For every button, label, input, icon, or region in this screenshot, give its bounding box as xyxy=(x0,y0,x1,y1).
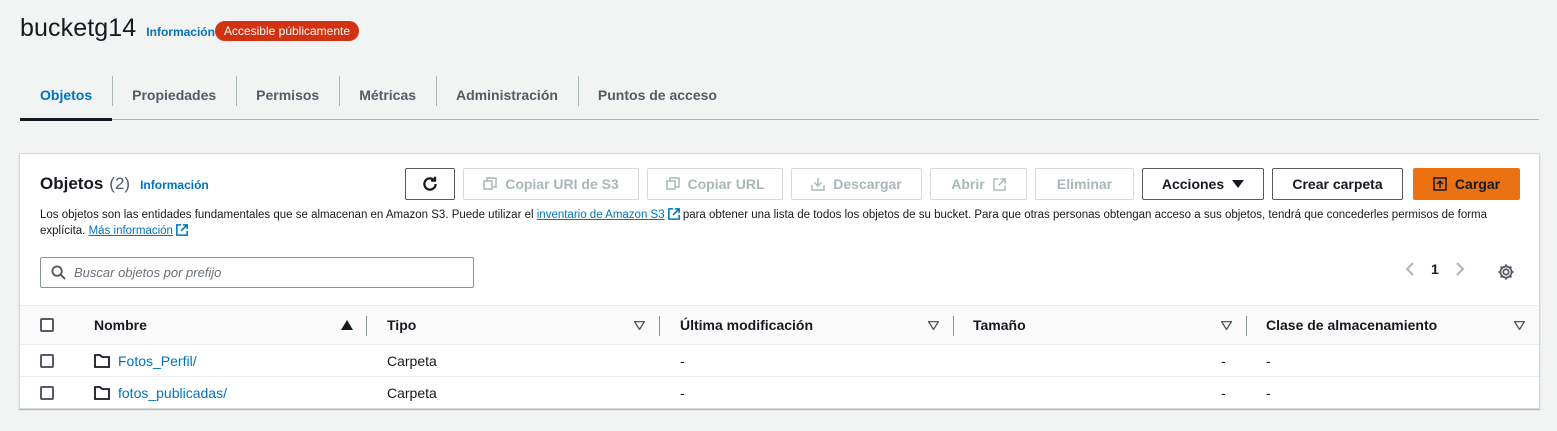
upload-button[interactable]: Cargar xyxy=(1413,168,1520,200)
page-title: bucketg14 xyxy=(20,14,137,42)
actions-label: Acciones xyxy=(1161,176,1225,192)
chevron-left-icon[interactable] xyxy=(1405,261,1415,277)
external-link-icon xyxy=(176,224,188,236)
open-button[interactable]: Abrir xyxy=(930,168,1027,200)
copy-url-label: Copiar URL xyxy=(687,176,765,192)
panel-header: Objetos (2) Información xyxy=(40,174,209,194)
chevron-right-icon[interactable] xyxy=(1455,261,1465,277)
panel-description: Los objetos son las entidades fundamenta… xyxy=(40,207,1520,239)
column-header-type[interactable]: Tipo xyxy=(387,306,416,344)
sort-icon[interactable] xyxy=(634,321,645,330)
name-cell: fotos_publicadas/ xyxy=(94,377,227,409)
column-header-last-modified[interactable]: Última modificación xyxy=(680,306,813,344)
description-text: Los objetos son las entidades fundamenta… xyxy=(40,209,534,221)
folder-link[interactable]: Fotos_Perfil/ xyxy=(118,353,197,369)
size-cell: - xyxy=(1221,385,1226,401)
search-input[interactable] xyxy=(74,265,454,280)
sort-icon[interactable] xyxy=(928,321,939,330)
search-icon xyxy=(51,265,66,280)
copy-s3-uri-label: Copiar URI de S3 xyxy=(505,176,619,192)
column-resizer[interactable] xyxy=(366,316,367,336)
page-header: bucketg14 Información Accesible públicam… xyxy=(20,14,360,43)
upload-label: Cargar xyxy=(1454,176,1501,192)
column-header-size[interactable]: Tamaño xyxy=(973,306,1026,344)
tab-permisos[interactable]: Permisos xyxy=(236,70,339,119)
copy-icon xyxy=(483,177,497,190)
refresh-icon xyxy=(423,176,437,191)
column-header-name[interactable]: Nombre xyxy=(94,306,147,344)
copy-s3-uri-button[interactable]: Copiar URI de S3 xyxy=(463,168,639,200)
delete-label: Eliminar xyxy=(1056,176,1113,192)
column-resizer[interactable] xyxy=(1246,316,1247,336)
more-info-link-label: Más información xyxy=(88,225,173,237)
sort-icon[interactable] xyxy=(1514,321,1525,330)
caret-down-icon xyxy=(1232,179,1245,188)
objects-panel: Objetos (2) Información Copiar URI de S3… xyxy=(19,153,1540,409)
copy-url-button[interactable]: Copiar URL xyxy=(647,168,783,200)
open-label: Abrir xyxy=(951,176,985,192)
create-folder-button[interactable]: Crear carpeta xyxy=(1272,168,1403,200)
object-count: (2) xyxy=(109,174,131,193)
status-badge: Accesible públicamente xyxy=(214,20,360,41)
tab-propiedades[interactable]: Propiedades xyxy=(112,70,236,119)
refresh-button[interactable] xyxy=(405,168,455,200)
column-resizer[interactable] xyxy=(659,316,660,336)
search-box xyxy=(40,257,474,288)
info-link[interactable]: Información xyxy=(146,25,215,39)
download-button[interactable]: Descargar xyxy=(791,168,922,200)
inventory-link[interactable]: inventario de Amazon S3 xyxy=(536,208,680,221)
page-number[interactable]: 1 xyxy=(1431,261,1439,277)
name-cell: Fotos_Perfil/ xyxy=(94,345,197,377)
table-row[interactable]: Fotos_Perfil/ Carpeta - - - xyxy=(20,345,1539,377)
sort-icon[interactable] xyxy=(1221,321,1232,330)
size-cell: - xyxy=(1221,353,1226,369)
download-label: Descargar xyxy=(833,176,902,192)
actions-dropdown[interactable]: Acciones xyxy=(1142,168,1264,200)
column-header-storage-class[interactable]: Clase de almacenamiento xyxy=(1266,306,1437,344)
panel-info-link[interactable]: Información xyxy=(140,178,209,192)
type-cell: Carpeta xyxy=(387,385,437,401)
folder-icon xyxy=(94,386,110,400)
last-modified-cell: - xyxy=(680,353,685,369)
table-row[interactable]: fotos_publicadas/ Carpeta - - - xyxy=(20,377,1539,409)
download-icon xyxy=(811,178,825,191)
table-header: Nombre Tipo Última modificación Tamaño C… xyxy=(20,305,1539,345)
copy-icon xyxy=(665,177,680,190)
type-cell: Carpeta xyxy=(387,353,437,369)
tab-metricas[interactable]: Métricas xyxy=(339,70,436,119)
external-link-icon xyxy=(667,208,680,220)
row-checkbox[interactable] xyxy=(40,354,54,368)
delete-button[interactable]: Eliminar xyxy=(1035,168,1134,200)
more-info-link[interactable]: Más información xyxy=(88,224,188,237)
storage-class-cell: - xyxy=(1266,385,1271,401)
panel-title: Objetos xyxy=(40,174,104,193)
upload-icon xyxy=(1433,177,1447,191)
folder-link[interactable]: fotos_publicadas/ xyxy=(118,385,227,401)
select-all-checkbox[interactable] xyxy=(40,318,54,332)
row-checkbox[interactable] xyxy=(40,386,54,400)
last-modified-cell: - xyxy=(680,385,685,401)
tab-administracion[interactable]: Administración xyxy=(436,70,578,119)
column-resizer[interactable] xyxy=(953,316,954,336)
inventory-link-label: inventario de Amazon S3 xyxy=(536,209,665,221)
create-folder-label: Crear carpeta xyxy=(1292,176,1383,192)
storage-class-cell: - xyxy=(1266,353,1271,369)
gear-icon[interactable] xyxy=(1497,263,1515,281)
pagination: 1 xyxy=(1405,261,1465,277)
tab-objetos[interactable]: Objetos xyxy=(20,70,113,121)
sort-ascending-icon[interactable] xyxy=(341,320,353,330)
tab-bar: Objetos Propiedades Permisos Métricas Ad… xyxy=(20,70,1539,121)
external-link-icon xyxy=(992,177,1006,191)
tab-puntos-de-acceso[interactable]: Puntos de acceso xyxy=(577,70,737,119)
folder-icon xyxy=(94,354,110,368)
